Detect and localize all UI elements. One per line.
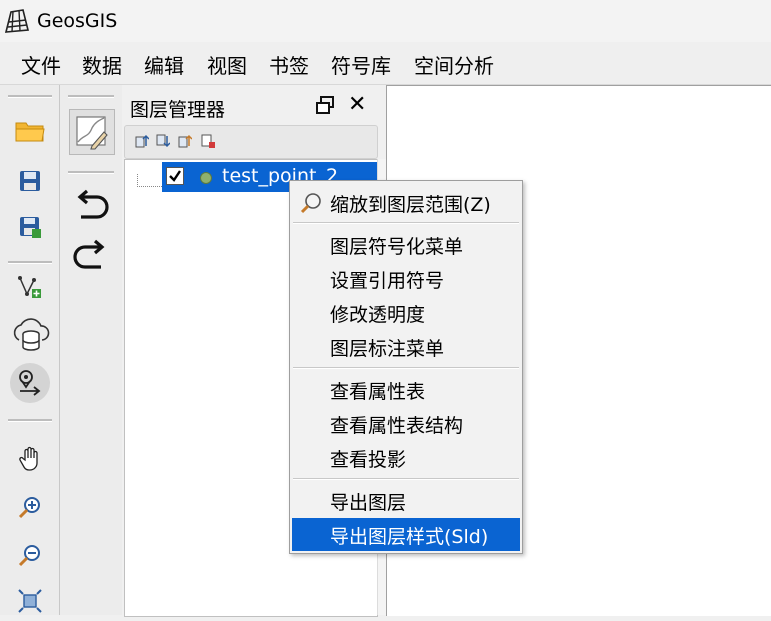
menu-item-label: 导出图层 — [330, 492, 407, 514]
menu-view-projection[interactable]: 查看投影 — [292, 441, 520, 474]
checkmark-icon — [169, 170, 181, 182]
full-extent-button[interactable] — [10, 581, 50, 621]
menu-separator — [293, 478, 519, 480]
add-vector-icon — [18, 276, 41, 298]
toolbar-grip[interactable] — [8, 419, 52, 422]
move-layer-up-icon[interactable] — [178, 134, 192, 148]
add-vector-layer-button[interactable] — [10, 267, 50, 307]
menu-item-label: 图层标注菜单 — [330, 338, 445, 360]
layer-top-icon[interactable] — [135, 134, 149, 148]
toolbar-grip[interactable] — [8, 95, 52, 98]
menu-symbol-library[interactable]: 符号库 — [331, 50, 391, 79]
menu-layer-symbology[interactable]: 图层符号化菜单 — [292, 228, 520, 261]
menu-item-label: 查看属性表结构 — [330, 415, 464, 437]
menu-change-opacity[interactable]: 修改透明度 — [292, 296, 520, 329]
menu-set-reference-symbol[interactable]: 设置引用符号 — [292, 262, 520, 295]
menu-separator — [293, 367, 519, 369]
point-symbol-icon — [200, 172, 212, 184]
panel-title: 图层管理器 — [130, 99, 226, 121]
menu-view[interactable]: 视图 — [207, 50, 247, 79]
zoom-out-icon — [18, 545, 40, 567]
save-icon — [20, 171, 40, 191]
zoom-out-button[interactable] — [10, 535, 50, 575]
folder-open-icon — [15, 122, 45, 142]
location-route-icon — [19, 370, 41, 396]
edit-toolbar — [60, 85, 123, 615]
menu-bookmarks[interactable]: 书签 — [269, 50, 309, 79]
layer-context-menu: 缩放到图层范围(Z) 图层符号化菜单 设置引用符号 修改透明度 图层标注菜单 查… — [289, 180, 523, 554]
title-bar: GeosGIS — [0, 0, 771, 42]
redo-icon — [73, 239, 105, 269]
menu-export-layer-style-sld[interactable]: 导出图层样式(Sld) — [292, 518, 520, 551]
edit-map-button[interactable] — [69, 109, 115, 155]
toolbar-grip[interactable] — [68, 95, 114, 98]
menu-view-attribute-table[interactable]: 查看属性表 — [292, 373, 520, 406]
zoom-in-icon — [18, 497, 40, 519]
menu-bar: 文件 数据 编辑 视图 书签 符号库 空间分析 — [0, 42, 771, 85]
menu-item-label: 查看属性表 — [330, 381, 426, 403]
menu-item-label: 缩放到图层范围(Z) — [330, 194, 491, 216]
menu-item-label: 图层符号化菜单 — [330, 236, 464, 258]
menu-spatial-analysis[interactable]: 空间分析 — [414, 50, 494, 79]
layer-visibility-checkbox[interactable] — [166, 167, 184, 185]
save-as-button[interactable] — [10, 207, 50, 247]
undo-button[interactable] — [69, 185, 113, 229]
open-project-button[interactable] — [10, 111, 50, 151]
toolbar-grip[interactable] — [68, 171, 114, 174]
pan-hand-icon — [19, 446, 38, 471]
redo-button[interactable] — [69, 235, 113, 279]
float-panel-icon[interactable] — [315, 95, 335, 115]
window-title: GeosGIS — [37, 10, 118, 32]
remove-layer-icon[interactable] — [201, 134, 215, 148]
menu-file[interactable]: 文件 — [21, 50, 61, 79]
tree-connector — [137, 174, 164, 187]
menu-zoom-to-layer[interactable]: 缩放到图层范围(Z) — [292, 186, 520, 219]
menu-item-label: 设置引用符号 — [330, 270, 445, 292]
zoom-magnifier-icon — [300, 193, 321, 214]
full-extent-icon — [18, 589, 42, 613]
cloud-database-button[interactable] — [8, 311, 52, 355]
menu-export-layer[interactable]: 导出图层 — [292, 484, 520, 517]
main-toolbar — [0, 85, 60, 615]
route-tool-button[interactable] — [10, 363, 50, 403]
menu-item-label: 查看投影 — [330, 449, 407, 471]
app-logo-icon — [4, 9, 30, 33]
zoom-in-button[interactable] — [10, 487, 50, 527]
undo-icon — [77, 189, 109, 219]
edit-map-icon — [76, 116, 108, 150]
save-as-icon — [20, 217, 41, 238]
layer-toolbar — [124, 125, 378, 159]
menu-layer-labeling[interactable]: 图层标注菜单 — [292, 330, 520, 363]
menu-view-table-structure[interactable]: 查看属性表结构 — [292, 407, 520, 440]
menu-item-label: 修改透明度 — [330, 304, 426, 326]
save-button[interactable] — [10, 161, 50, 201]
menu-item-label: 导出图层样式(Sld) — [330, 526, 489, 548]
menu-separator — [293, 222, 519, 224]
toolbar-separator — [8, 261, 52, 264]
menu-edit[interactable]: 编辑 — [144, 50, 184, 79]
menu-data[interactable]: 数据 — [82, 50, 122, 79]
close-panel-icon[interactable]: ✕ — [348, 92, 366, 117]
move-layer-down-icon[interactable] — [156, 134, 170, 148]
cloud-database-icon — [13, 318, 50, 351]
pan-button[interactable] — [10, 439, 50, 479]
